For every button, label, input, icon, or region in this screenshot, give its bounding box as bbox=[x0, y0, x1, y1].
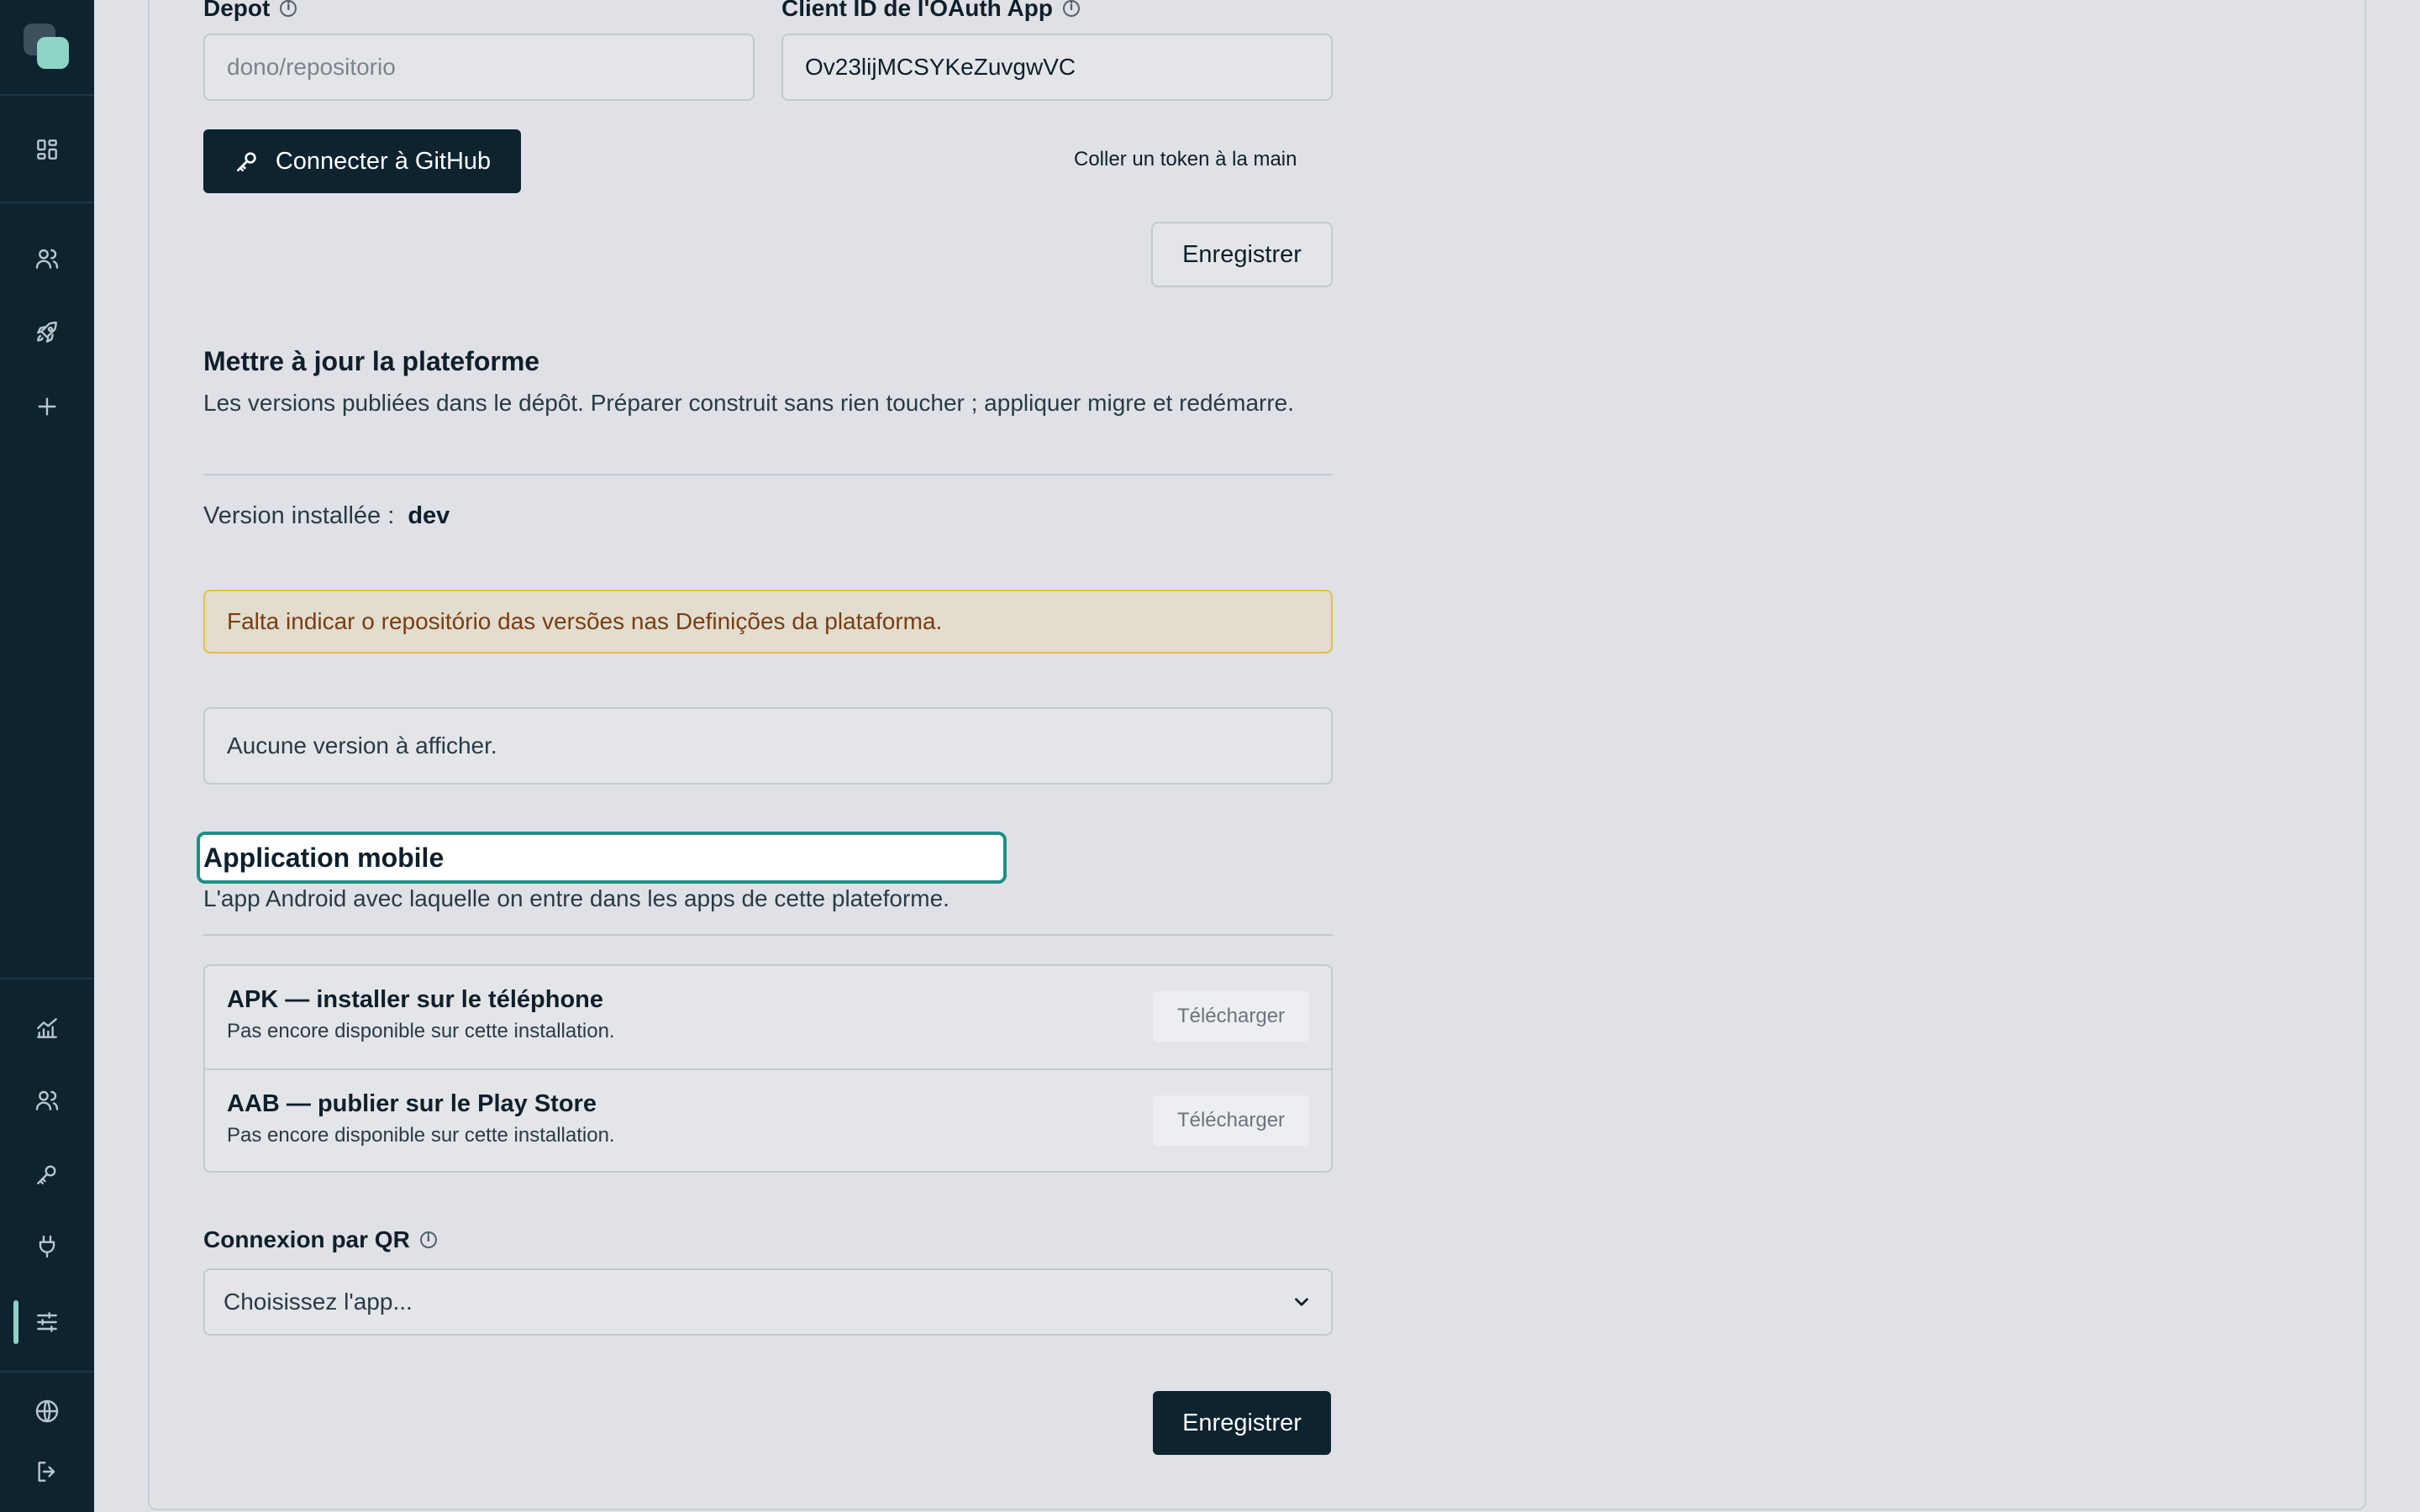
globe-icon[interactable] bbox=[27, 1391, 67, 1431]
mobile-section-title[interactable]: Application mobile bbox=[197, 832, 1007, 884]
info-icon[interactable] bbox=[419, 1231, 437, 1248]
list-item: AAB — publier sur le Play Store Pas enco… bbox=[205, 1068, 1331, 1171]
section-divider bbox=[203, 474, 1333, 475]
update-section-title: Mettre à jour la plateforme bbox=[203, 346, 540, 376]
qr-app-select[interactable]: Choisissez l'app... bbox=[203, 1268, 1333, 1336]
paste-token-link[interactable]: Coller un token à la main bbox=[1074, 148, 1297, 171]
apk-subtitle: Pas encore disponible sur cette installa… bbox=[227, 1020, 615, 1042]
empty-text: Aucune version à afficher. bbox=[227, 732, 497, 759]
qr-field-label: Connexion par QR bbox=[203, 1226, 437, 1253]
plug-icon[interactable] bbox=[27, 1226, 67, 1267]
connect-github-button[interactable]: Connecter à GitHub bbox=[203, 129, 521, 193]
mobile-title-text: Application mobile bbox=[203, 842, 445, 873]
team-icon[interactable] bbox=[27, 1080, 67, 1121]
missing-repo-alert: Falta indicar o repositório das versões … bbox=[203, 590, 1333, 654]
settings-sliders-icon[interactable] bbox=[27, 1302, 67, 1342]
installed-version-label: Version installée : bbox=[203, 502, 395, 529]
repo-field-label: Depot bbox=[203, 0, 297, 22]
rocket-icon[interactable] bbox=[27, 312, 67, 353]
aab-title: AAB — publier sur le Play Store bbox=[227, 1090, 597, 1117]
mobile-section-description: L'app Android avec laquelle on entre dan… bbox=[203, 885, 950, 911]
users-icon[interactable] bbox=[27, 239, 67, 279]
list-item: APK — installer sur le téléphone Pas enc… bbox=[205, 966, 1331, 1068]
qr-select-value: Choisissez l'app... bbox=[224, 1289, 413, 1315]
download-list: APK — installer sur le téléphone Pas enc… bbox=[203, 964, 1333, 1173]
qr-label-text: Connexion par QR bbox=[203, 1226, 410, 1252]
repo-input[interactable]: dono/repositorio bbox=[203, 34, 755, 101]
key-icon[interactable] bbox=[27, 1154, 67, 1194]
oauth-field-label: Client ID de l'OAuth App bbox=[781, 0, 1080, 22]
logout-icon[interactable] bbox=[27, 1452, 67, 1492]
download-apk-button[interactable]: Télécharger bbox=[1153, 991, 1309, 1042]
repo-input-placeholder: dono/repositorio bbox=[227, 54, 396, 80]
info-icon[interactable] bbox=[280, 0, 297, 17]
oauth-label-text: Client ID de l'OAuth App bbox=[781, 0, 1053, 21]
app-logo[interactable] bbox=[24, 24, 71, 71]
download-aab-button[interactable]: Télécharger bbox=[1153, 1095, 1309, 1146]
sidebar-divider bbox=[0, 202, 94, 203]
update-section-description: Les versions publiées dans le dépôt. Pré… bbox=[203, 390, 1295, 416]
sidebar bbox=[0, 0, 94, 1512]
versions-empty-state: Aucune version à afficher. bbox=[203, 707, 1333, 785]
save-button[interactable]: Enregistrer bbox=[1153, 1391, 1331, 1455]
sidebar-divider bbox=[0, 1371, 94, 1373]
plus-icon[interactable] bbox=[27, 386, 67, 427]
key-icon bbox=[236, 152, 256, 171]
connect-github-label: Connecter à GitHub bbox=[275, 147, 492, 175]
apk-title: APK — installer sur le téléphone bbox=[227, 986, 603, 1013]
save-button-label: Enregistrer bbox=[1182, 1409, 1302, 1436]
chevron-down-icon bbox=[1295, 1298, 1308, 1306]
analytics-icon[interactable] bbox=[27, 1008, 67, 1048]
installed-version-value: dev bbox=[408, 502, 450, 529]
aab-subtitle: Pas encore disponible sur cette installa… bbox=[227, 1124, 615, 1147]
sidebar-divider bbox=[0, 94, 94, 96]
repo-label-text: Depot bbox=[203, 0, 271, 21]
installed-version: Version installée : dev bbox=[203, 502, 450, 530]
info-icon[interactable] bbox=[1062, 0, 1080, 17]
section-divider bbox=[203, 934, 1333, 936]
sidebar-divider bbox=[0, 978, 94, 979]
oauth-client-id-input[interactable]: Ov23lijMCSYKeZuvgwVC bbox=[781, 34, 1333, 101]
oauth-input-value: Ov23lijMCSYKeZuvgwVC bbox=[805, 54, 1076, 80]
active-indicator bbox=[13, 1300, 18, 1344]
alert-text: Falta indicar o repositório das versões … bbox=[227, 608, 943, 634]
save-github-button[interactable]: Enregistrer bbox=[1151, 222, 1333, 287]
dashboard-icon[interactable] bbox=[27, 129, 67, 170]
